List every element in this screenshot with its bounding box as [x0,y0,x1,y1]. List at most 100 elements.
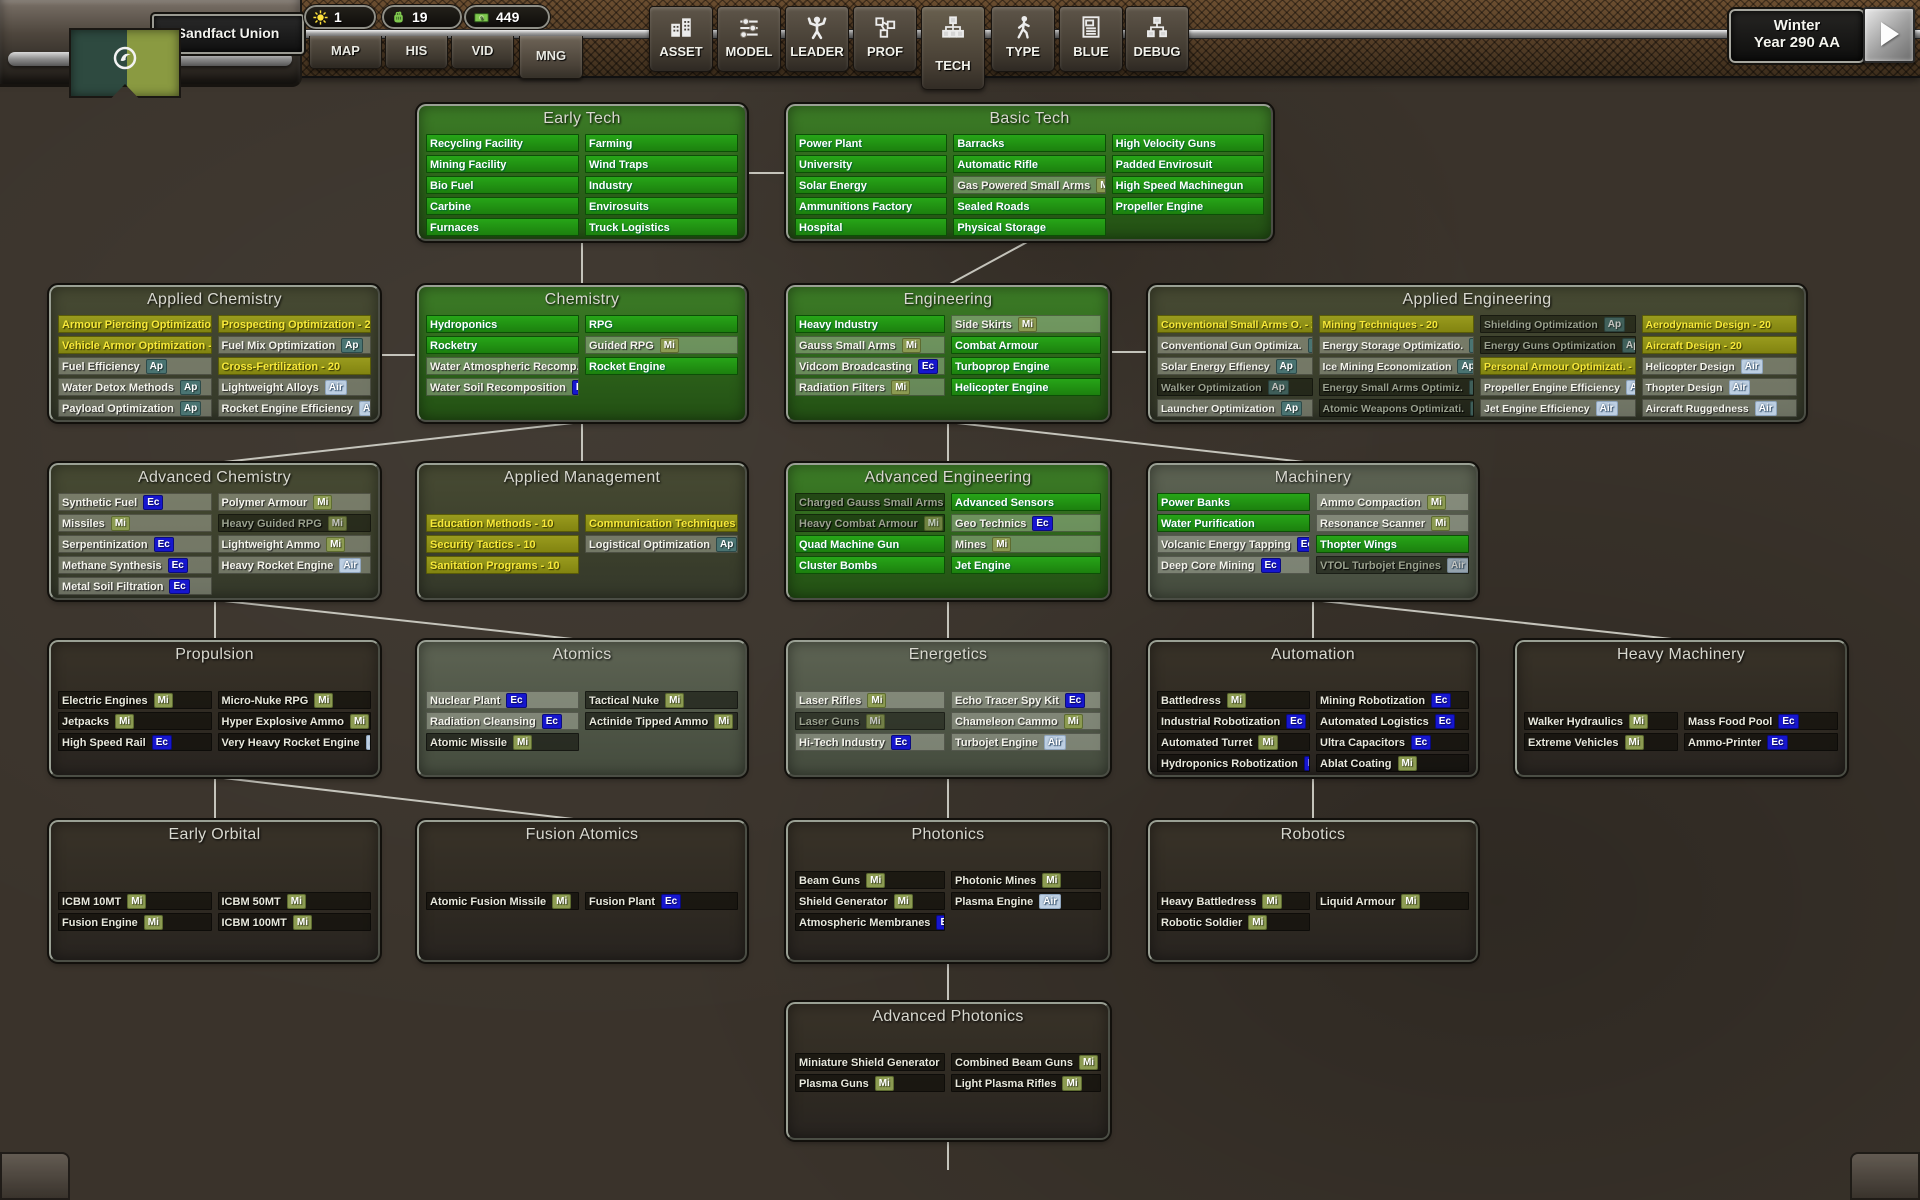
tech-item[interactable]: High Velocity Guns [1112,134,1264,152]
tab-asset[interactable]: ASSET [649,6,713,72]
tech-item[interactable]: Thopter Wings [1316,535,1469,553]
tech-item[interactable]: Very Heavy Rocket EngineAir [218,733,372,751]
tech-item[interactable]: Miniature Shield GeneratorMi [795,1053,945,1071]
tech-item[interactable]: Heavy Rocket EngineAir [218,556,372,574]
tech-item[interactable]: Carbine [426,197,579,215]
tech-item[interactable]: Heavy Guided RPGMi [218,514,372,532]
tech-item[interactable]: Fuel Mix OptimizationAp [218,336,372,354]
tech-item[interactable]: Rocket Engine [585,357,738,375]
tech-item[interactable]: Electric EnginesMi [58,691,212,709]
tech-item[interactable]: Payload OptimizationAp [58,399,212,417]
tech-item[interactable]: Chameleon CammoMi [951,712,1101,730]
tech-item[interactable]: Shield GeneratorMi [795,892,945,910]
tech-item[interactable]: MinesMi [951,535,1101,553]
tech-item[interactable]: Turbojet EngineAir [951,733,1101,751]
tab-mng[interactable]: MNG [519,36,583,79]
tech-item[interactable]: Energy Guns OptimizationAp [1480,336,1636,354]
tab-prof[interactable]: PROF [853,6,917,72]
tech-item[interactable]: Quad Machine Gun [795,535,945,553]
tech-item[interactable]: Robotic SoldierMi [1157,913,1310,931]
tech-item[interactable]: Heavy BattledressMi [1157,892,1310,910]
tech-item[interactable]: Combat Armour [951,336,1101,354]
tech-item[interactable]: Walker OptimizationAp [1157,378,1313,396]
tech-item[interactable]: Tactical NukeMi [585,691,738,709]
tech-item[interactable]: Energy Storage Optimizatio.Ap [1319,336,1475,354]
tech-item[interactable]: RPG [585,315,738,333]
tech-item[interactable]: Farming [585,134,738,152]
tech-item[interactable]: Mining RobotizationEc [1316,691,1469,709]
tech-item[interactable]: Vehicle Armor Optimization - 10 [58,336,212,354]
tech-item[interactable]: Ice Mining EconomizationAp [1319,357,1475,375]
tab-tech[interactable]: TECH [921,6,985,90]
tech-item[interactable]: University [795,155,947,173]
tech-item[interactable]: Helicopter Engine [951,378,1101,396]
tech-item[interactable]: Industry [585,176,738,194]
tech-item[interactable]: Synthetic FuelEc [58,493,212,511]
tech-item[interactable]: Cluster Bombs [795,556,945,574]
tech-item[interactable]: Hi-Tech IndustryEc [795,733,945,751]
tech-item[interactable]: Helicopter DesignAir [1642,357,1798,375]
tech-item[interactable]: Plasma GunsMi [795,1074,945,1092]
tech-item[interactable]: Geo TechnicsEc [951,514,1101,532]
tech-item[interactable]: JetpacksMi [58,712,212,730]
tech-item[interactable]: Volcanic Energy TappingEc [1157,535,1310,553]
tech-item[interactable]: Solar Energy EffiencyAp [1157,357,1313,375]
tech-item[interactable]: Conventional Gun Optimiza.Ap [1157,336,1313,354]
tech-item[interactable]: Logistical OptimizationAp [585,535,738,553]
tech-item[interactable]: Mining Facility [426,155,579,173]
tech-item[interactable]: SerpentinizationEc [58,535,212,553]
tech-item[interactable]: Water Atmospheric Recomp.Ec [426,357,579,375]
tech-item[interactable]: Advanced Sensors [951,493,1101,511]
tech-item[interactable]: Deep Core MiningEc [1157,556,1310,574]
tech-item[interactable]: Hydroponics RobotizationEc [1157,754,1310,772]
tech-item[interactable]: ICBM 50MTMi [218,892,372,910]
tech-item[interactable]: Heavy Combat ArmourMi [795,514,945,532]
tech-item[interactable]: Actinide Tipped AmmoMi [585,712,738,730]
tech-item[interactable]: Nuclear PlantEc [426,691,579,709]
tech-item[interactable]: Radiation CleansingEc [426,712,579,730]
play-button[interactable] [1863,7,1915,63]
tech-item[interactable]: Side SkirtsMi [951,315,1101,333]
tech-item[interactable]: Launcher OptimizationAp [1157,399,1313,417]
tech-item[interactable]: Jet Engine [951,556,1101,574]
tech-item[interactable]: Solar Energy [795,176,947,194]
tab-model[interactable]: MODEL [717,6,781,72]
tab-blue[interactable]: BLUE [1059,6,1123,72]
tech-item[interactable]: Padded Envirosuit [1112,155,1264,173]
tech-item[interactable]: Laser RiflesMi [795,691,945,709]
tech-item[interactable]: Aircraft RuggednessAir [1642,399,1798,417]
tech-item[interactable]: Fuel EfficiencyAp [58,357,212,375]
tech-item[interactable]: Atomic MissileMi [426,733,579,751]
tech-item[interactable]: Automatic Rifle [953,155,1105,173]
tech-item[interactable]: Water Detox MethodsAp [58,378,212,396]
tech-item[interactable]: Power Plant [795,134,947,152]
tech-item[interactable]: Cross-Fertilization - 20 [218,357,372,375]
tech-item[interactable]: Guided RPGMi [585,336,738,354]
tech-item[interactable]: Armour Piercing Optimizatio. - 10 [58,315,212,333]
tech-item[interactable]: Ammo-PrinterEc [1684,733,1838,751]
tech-item[interactable]: Communication Techniques - 10 [585,514,738,532]
tech-item[interactable]: Bio Fuel [426,176,579,194]
tech-item[interactable]: Barracks [953,134,1105,152]
tech-item[interactable]: Walker HydraulicsMi [1524,712,1678,730]
tech-item[interactable]: Extreme VehiclesMi [1524,733,1678,751]
tech-item[interactable]: Beam GunsMi [795,871,945,889]
tech-item[interactable]: Photonic MinesMi [951,871,1101,889]
tech-item[interactable]: Laser GunsMi [795,712,945,730]
tech-item[interactable]: Conventional Small Arms O. - 20 [1157,315,1313,333]
tab-map[interactable]: MAP [309,36,382,69]
tech-item[interactable]: Propeller Engine EfficiencyAir [1480,378,1636,396]
tech-item[interactable]: Radiation FiltersMi [795,378,945,396]
tech-item[interactable]: Plasma EngineAir [951,892,1101,910]
tab-debug[interactable]: DEBUG [1125,6,1189,72]
tech-item[interactable]: Rocketry [426,336,579,354]
tech-item[interactable]: Shielding OptimizationAp [1480,315,1636,333]
tech-item[interactable]: Atomic Fusion MissileMi [426,892,579,910]
tech-item[interactable]: Atomic Weapons Optimizati.Ap [1319,399,1475,417]
tech-item[interactable]: Micro-Nuke RPGMi [218,691,372,709]
tech-item[interactable]: Rocket Engine EfficiencyAir [218,399,372,417]
tech-item[interactable]: Energy Small Arms Optimiz.Ap [1319,378,1475,396]
tech-item[interactable]: Lightweight AlloysAir [218,378,372,396]
tech-item[interactable]: Polymer ArmourMi [218,493,372,511]
tech-item[interactable]: Wind Traps [585,155,738,173]
